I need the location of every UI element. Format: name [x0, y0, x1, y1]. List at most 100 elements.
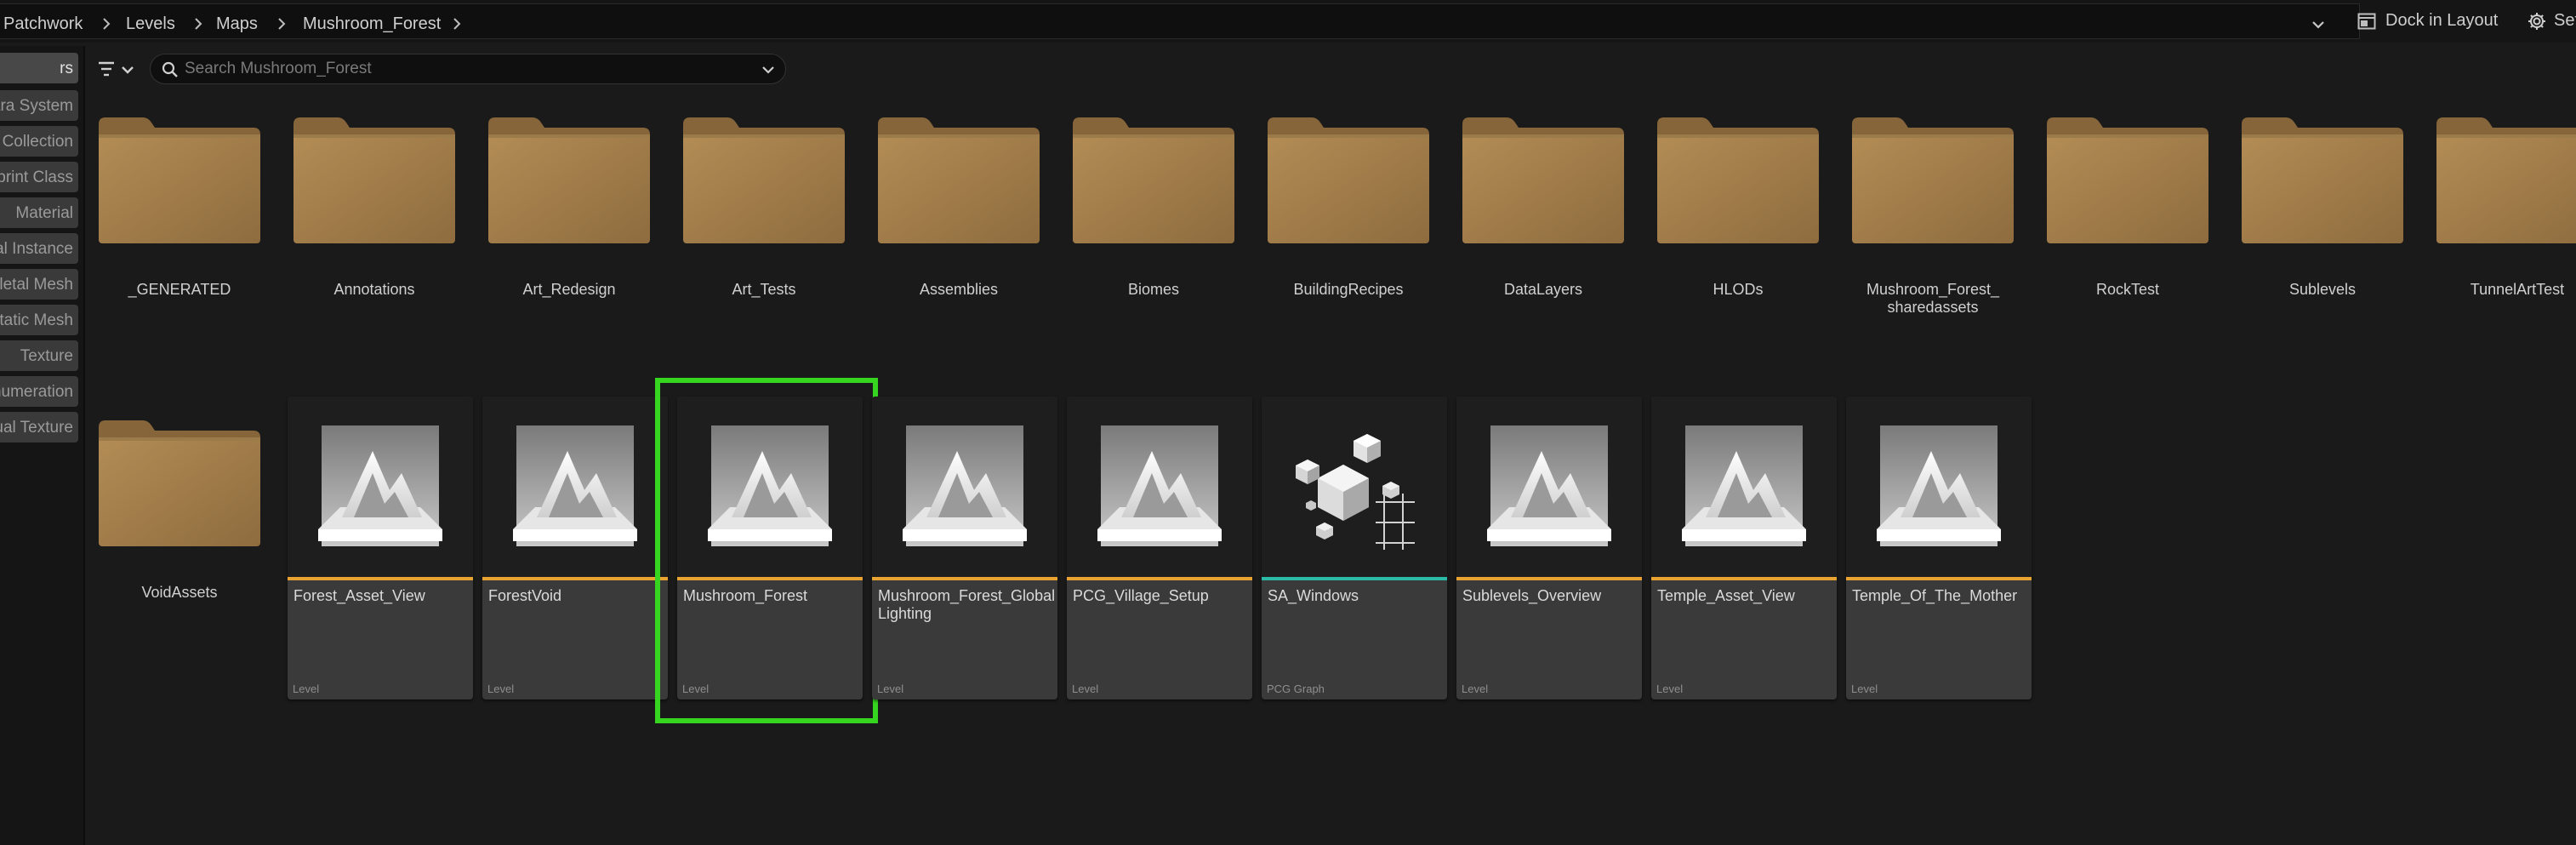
asset-card[interactable]: Temple_Of_The_Mother Level	[1846, 397, 2032, 699]
folder-tile[interactable]: TunnelArtTest	[2426, 94, 2576, 306]
folder-label: Annotations	[333, 281, 415, 298]
filter-blueprint-class[interactable]: Blueprint Class	[0, 162, 78, 192]
breadcrumb-item-maps[interactable]: Maps	[216, 14, 258, 33]
asset-name: ForestVoid	[488, 587, 562, 604]
folder-label: VoidAssets	[141, 584, 218, 601]
asset-name: PCG_Village_Setup	[1073, 587, 1209, 604]
asset-card[interactable]: PCG_Village_Setup Level	[1067, 397, 1252, 699]
asset-type-label: Level	[1656, 682, 1684, 695]
asset-type-color-bar	[1456, 577, 1642, 580]
folder-tile[interactable]: BuildingRecipes	[1257, 94, 1436, 306]
asset-type-label: Level	[1851, 682, 1878, 695]
filter-material[interactable]: Material	[0, 197, 78, 228]
asset-type-label: Level	[1462, 682, 1489, 695]
asset-type-label: Level	[1072, 682, 1099, 695]
folder-tile[interactable]: _GENERATED	[88, 94, 267, 306]
folder-icon	[683, 117, 845, 243]
filter-runtime-virtual-texture[interactable]: Runtime Virtual Texture	[0, 412, 78, 442]
asset-card[interactable]: ForestVoid Level	[482, 397, 668, 699]
asset-card[interactable]: Mushroom_Forest_Global Lighting Level	[872, 397, 1057, 699]
filter-icon	[99, 61, 134, 77]
asset-thumbnail	[1262, 397, 1447, 577]
asset-thumbnail	[1651, 397, 1837, 577]
asset-card[interactable]: Mushroom_Forest Level	[677, 397, 863, 699]
asset-type-color-bar	[288, 577, 473, 580]
level-icon	[1097, 425, 1222, 546]
folder-tile[interactable]: RockTest	[2037, 94, 2215, 306]
asset-type-color-bar	[1067, 577, 1252, 580]
dock-in-layout-label[interactable]: Dock in Layout	[2385, 11, 2498, 31]
asset-type-label: Level	[877, 682, 904, 695]
folder-tile[interactable]: Annotations	[283, 94, 462, 306]
folder-label: Sublevels	[2288, 281, 2357, 298]
folder-tile[interactable]: Mushroom_Forest_ sharedassets	[1842, 94, 2020, 316]
asset-type-color-bar	[1846, 577, 2032, 580]
breadcrumb-item-patchwork[interactable]: Patchwork	[3, 14, 83, 33]
folder-label: Art_Tests	[732, 281, 796, 298]
folder-label: Biomes	[1127, 281, 1180, 298]
filter-texture[interactable]: Texture	[0, 340, 78, 371]
breadcrumb-item-mushroom-forest[interactable]: Mushroom_Forest	[303, 14, 441, 33]
asset-name: SA_Windows	[1268, 587, 1359, 604]
folder-icon	[1073, 117, 1234, 243]
folder-tile[interactable]: HLODs	[1647, 94, 1826, 306]
asset-thumbnail	[872, 397, 1057, 577]
folder-label: Assemblies	[919, 281, 999, 298]
filter-enumeration[interactable]: Enumeration	[0, 376, 78, 407]
asset-thumbnail	[288, 397, 473, 577]
level-icon	[318, 425, 442, 546]
asset-type-color-bar	[677, 577, 863, 580]
filter-skeletal-mesh[interactable]: Skeletal Mesh	[0, 269, 78, 300]
folder-icon	[1852, 117, 2014, 243]
level-icon	[1877, 425, 2001, 546]
asset-type-color-bar	[1651, 577, 1837, 580]
asset-card[interactable]: SA_Windows PCG Graph	[1262, 397, 1447, 699]
settings-button[interactable]: Settings	[2522, 5, 2576, 37]
asset-card[interactable]: Temple_Asset_View Level	[1651, 397, 1837, 699]
folder-tile[interactable]: Assemblies	[868, 94, 1046, 306]
asset-name: Mushroom_Forest	[683, 587, 808, 604]
asset-name: Forest_Asset_View	[294, 587, 425, 604]
folder-tile[interactable]: Art_Tests	[673, 94, 852, 306]
folder-label: Mushroom_Forest_ sharedassets	[1866, 281, 2000, 316]
folder-tile[interactable]: Biomes	[1063, 94, 1241, 306]
chevron-right-icon[interactable]	[449, 16, 464, 31]
folder-icon	[294, 117, 455, 243]
filter-material-instance[interactable]: Material Instance	[0, 233, 78, 264]
search-input[interactable]	[185, 58, 729, 80]
chevron-right-icon[interactable]	[191, 16, 206, 31]
level-icon	[903, 425, 1027, 546]
chevron-right-icon[interactable]	[274, 16, 289, 31]
dock-layout-icon	[2357, 11, 2377, 31]
gear-icon	[2527, 11, 2547, 31]
level-icon	[1682, 425, 1806, 546]
breadcrumb-item-levels[interactable]: Levels	[126, 14, 175, 33]
pcg-graph-icon	[1296, 434, 1415, 550]
folder-tile[interactable]: DataLayers	[1452, 94, 1631, 306]
folder-label: _GENERATED	[128, 281, 231, 298]
asset-card[interactable]: Forest_Asset_View Level	[288, 397, 473, 699]
asset-thumbnail	[677, 397, 863, 577]
folder-icon	[99, 117, 260, 243]
folder-tile[interactable]: Sublevels	[2231, 94, 2410, 306]
folder-icon	[1657, 117, 1819, 243]
folder-tile[interactable]: VoidAssets	[88, 397, 267, 609]
filter-button[interactable]	[94, 54, 140, 85]
level-icon	[513, 425, 637, 546]
asset-type-label: PCG Graph	[1267, 682, 1325, 695]
chevron-down-icon[interactable]	[2307, 14, 2329, 35]
folder-icon	[1462, 117, 1624, 243]
filter-niagara-system[interactable]: Niagara System	[0, 90, 78, 121]
asset-card[interactable]: Sublevels_Overview Level	[1456, 397, 1642, 699]
level-icon	[708, 425, 832, 546]
filter-static-mesh[interactable]: Static Mesh	[0, 305, 78, 335]
folder-tile[interactable]: Art_Redesign	[478, 94, 657, 306]
asset-type-color-bar	[872, 577, 1057, 580]
chevron-right-icon[interactable]	[99, 16, 114, 31]
settings-label: Settings	[2554, 11, 2576, 30]
filter-geometry-collection[interactable]: Geometry Collection	[0, 126, 78, 157]
filters-panel: rs Niagara System Geometry Collection Bl…	[0, 46, 85, 845]
search-bar[interactable]	[150, 54, 786, 84]
search-history-chevron-icon[interactable]	[760, 61, 777, 78]
filters-header[interactable]: rs	[0, 53, 78, 83]
